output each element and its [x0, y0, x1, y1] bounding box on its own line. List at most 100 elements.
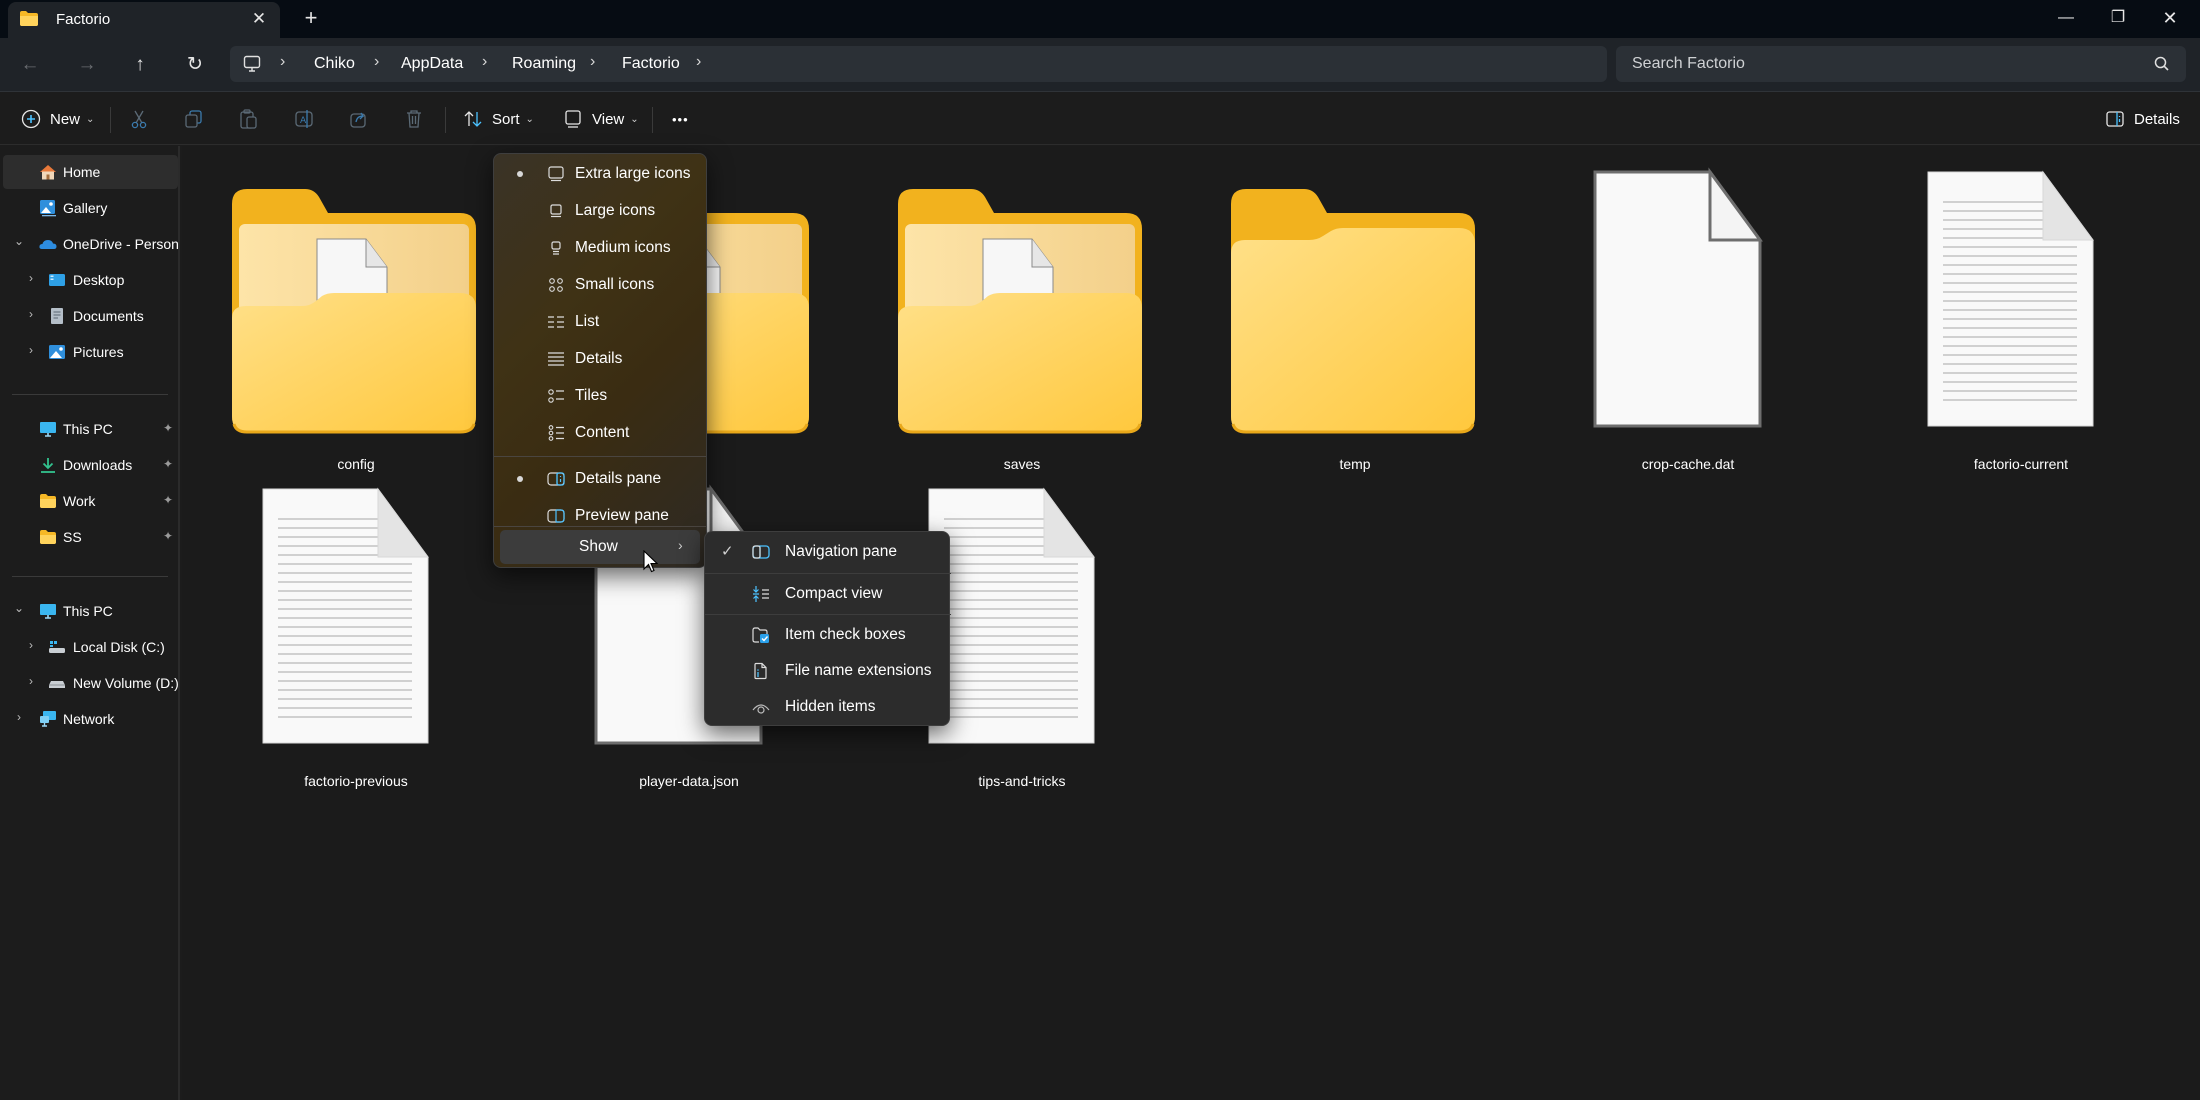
chevron-right-icon: › — [678, 537, 683, 553]
breadcrumb-separator[interactable]: › — [280, 53, 285, 71]
file-view[interactable]: config saves temp crop-cache.dat factori… — [182, 146, 2200, 1100]
show-submenu: ✓ Navigation pane Compact view Item check b… — [704, 531, 951, 726]
view-menu-item-list[interactable]: List — [498, 305, 702, 339]
file-item[interactable]: crop-cache.dat — [1538, 156, 1838, 476]
sort-button[interactable]: Sort ⌄ — [462, 103, 534, 135]
plus-circle-icon — [21, 109, 41, 129]
search-input[interactable]: Search Factorio — [1616, 46, 2186, 82]
restore-button[interactable]: ❐ — [2098, 4, 2138, 32]
view-menu-item-details-pane[interactable]: Details pane — [498, 462, 702, 496]
tab-factorio[interactable]: Factorio ✕ — [8, 2, 280, 38]
up-button[interactable]: ↑ — [125, 50, 155, 80]
show-menu-item-item-check-boxes[interactable]: Item check boxes — [705, 618, 951, 652]
chevron-down-icon[interactable]: ⌄ — [13, 234, 25, 248]
sidebar-item-ss[interactable]: SS ✦ — [3, 520, 178, 554]
close-window-button[interactable]: ✕ — [2150, 4, 2190, 32]
file-item[interactable]: config — [206, 156, 506, 476]
view-menu-item-content[interactable]: Content — [498, 416, 702, 450]
file-name: config — [337, 456, 375, 472]
file-item[interactable]: factorio-current — [1871, 156, 2171, 476]
sidebar-item-gallery[interactable]: Gallery — [3, 191, 178, 225]
divider — [652, 107, 653, 133]
small-icons-icon — [549, 278, 563, 292]
sidebar-item-new-volume-d[interactable]: › New Volume (D:) — [3, 666, 178, 700]
breadcrumb-separator[interactable]: › — [482, 53, 487, 71]
breadcrumb-roaming[interactable]: Roaming — [512, 55, 576, 73]
pin-icon[interactable]: ✦ — [163, 493, 173, 507]
cut-icon[interactable] — [128, 108, 150, 130]
sidebar-item-this-pc-pinned[interactable]: This PC ✦ — [3, 412, 178, 446]
chevron-down-icon[interactable]: ⌄ — [13, 601, 25, 615]
sidebar-item-network[interactable]: › Network — [3, 702, 178, 736]
minimize-button[interactable]: — — [2046, 4, 2086, 32]
pin-icon[interactable]: ✦ — [163, 421, 173, 435]
breadcrumb-separator[interactable]: › — [374, 53, 379, 71]
view-menu-item-preview-pane[interactable]: Preview pane — [498, 499, 702, 533]
forward-button[interactable]: → — [72, 50, 102, 80]
view-menu-item-small-icons[interactable]: Small icons — [498, 268, 702, 302]
monitor-icon[interactable] — [242, 54, 262, 74]
view-menu-item-medium-icons[interactable]: Medium icons — [498, 231, 702, 265]
new-button[interactable]: New ⌄ — [20, 103, 94, 135]
close-tab-button[interactable]: ✕ — [248, 8, 270, 30]
breadcrumb-factorio[interactable]: Factorio — [622, 55, 680, 73]
paste-icon[interactable] — [238, 108, 260, 130]
breadcrumb-appdata[interactable]: AppData — [401, 55, 463, 73]
view-menu-item-tiles[interactable]: Tiles — [498, 379, 702, 413]
chevron-right-icon[interactable]: › — [25, 307, 37, 321]
drive-c-icon — [49, 641, 65, 653]
drive-icon — [49, 681, 65, 688]
search-icon[interactable] — [2152, 54, 2172, 74]
documents-icon — [51, 308, 63, 324]
extra-large-icons-icon — [548, 166, 564, 182]
breadcrumb-separator[interactable]: › — [696, 53, 701, 71]
back-button[interactable]: ← — [15, 50, 45, 80]
chevron-right-icon[interactable]: › — [25, 638, 37, 652]
new-tab-button[interactable]: + — [298, 6, 324, 32]
sidebar-item-pictures[interactable]: › Pictures — [3, 335, 178, 369]
sidebar-item-desktop[interactable]: › Desktop — [3, 263, 178, 297]
view-menu-item-large-icons[interactable]: Large icons — [498, 194, 702, 228]
file-item[interactable]: temp — [1205, 156, 1505, 476]
sidebar-item-local-disk-c[interactable]: › Local Disk (C:) — [3, 630, 178, 664]
view-button[interactable]: View ⌄ — [562, 103, 639, 135]
sidebar-item-downloads[interactable]: Downloads ✦ — [3, 448, 178, 482]
show-menu-item-file-name-extensions[interactable]: File name extensions — [705, 654, 951, 688]
copy-icon[interactable] — [183, 108, 205, 130]
file-item[interactable]: factorio-previous — [206, 473, 506, 793]
tiles-icon — [548, 389, 564, 403]
chevron-right-icon[interactable]: › — [25, 271, 37, 285]
pin-icon[interactable]: ✦ — [163, 457, 173, 471]
chevron-right-icon[interactable]: › — [25, 343, 37, 357]
sidebar-item-this-pc[interactable]: ⌄ This PC — [3, 594, 178, 628]
show-menu-item-hidden-items[interactable]: Hidden items — [705, 690, 951, 724]
chevron-right-icon[interactable]: › — [13, 710, 25, 724]
details-pane-button[interactable]: Details — [2104, 103, 2180, 135]
svg-text:A: A — [300, 116, 307, 126]
show-menu-item[interactable]: Show › — [500, 530, 700, 564]
breadcrumb-separator[interactable]: › — [590, 53, 595, 71]
rename-icon[interactable]: A — [293, 108, 315, 130]
view-menu-item-extra-large-icons[interactable]: Extra large icons — [498, 157, 702, 191]
address-bar[interactable]: › Chiko › AppData › Roaming › Factorio › — [230, 46, 1607, 82]
view-menu: Extra large icons Large icons Medium icons… — [493, 153, 707, 568]
sidebar-item-home[interactable]: Home — [3, 155, 178, 189]
breadcrumb-chiko[interactable]: Chiko — [314, 55, 355, 73]
sidebar-item-documents[interactable]: › Documents — [3, 299, 178, 333]
sidebar-item-work[interactable]: Work ✦ — [3, 484, 178, 518]
pin-icon[interactable]: ✦ — [163, 529, 173, 543]
desktop-icon — [49, 274, 65, 286]
share-icon[interactable] — [348, 108, 370, 130]
sidebar-item-onedrive[interactable]: ⌄ OneDrive - Persona — [3, 227, 178, 261]
more-options-button[interactable]: ••• — [672, 103, 689, 135]
view-menu-item-details[interactable]: Details — [498, 342, 702, 376]
show-menu-item-navigation-pane[interactable]: ✓ Navigation pane — [705, 535, 951, 569]
network-icon — [40, 711, 56, 727]
delete-icon[interactable] — [403, 108, 425, 130]
refresh-button[interactable]: ↻ — [180, 50, 210, 80]
file-item[interactable]: saves — [872, 156, 1172, 476]
show-menu-item-compact-view[interactable]: Compact view — [705, 577, 951, 611]
chevron-right-icon[interactable]: › — [25, 674, 37, 688]
menu-separator — [494, 456, 706, 457]
text-file-icon — [206, 473, 506, 763]
